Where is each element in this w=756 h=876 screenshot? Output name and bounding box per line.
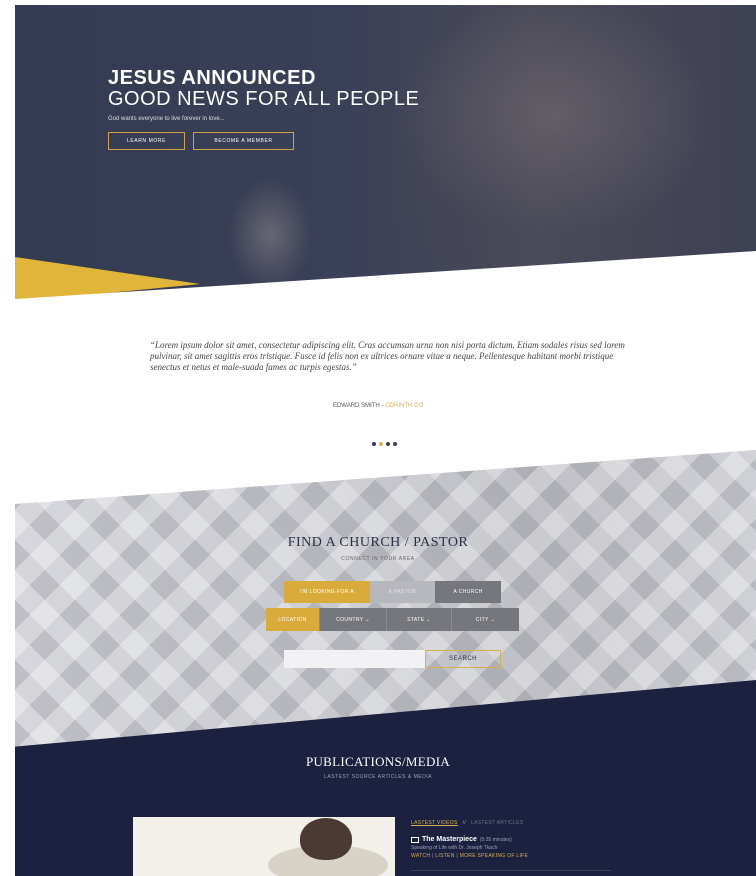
- media-person-head: [300, 818, 352, 860]
- media-item-duration: (5:35 minutes): [479, 836, 512, 843]
- listen-link[interactable]: LISTEN: [435, 853, 454, 859]
- city-label: CITY: [475, 616, 489, 623]
- tab-latest-articles[interactable]: LASTEST ARTICLES: [471, 820, 523, 826]
- media-item-description: Speaking of Life with Dr. Joseph Tkach: [411, 845, 498, 851]
- media-item: The Masterpiece (5:35 minutes) Speaking …: [411, 836, 528, 859]
- publications-title: PUBLICATIONS/MEDIA: [305, 754, 451, 769]
- media-item-title[interactable]: The Masterpiece: [422, 836, 477, 843]
- link-separator: |: [431, 853, 434, 859]
- carousel-dot[interactable]: [386, 442, 390, 446]
- hero-subtitle: God wants everyone to live forever in lo…: [108, 116, 225, 122]
- state-dropdown[interactable]: STATE ⌄: [387, 608, 452, 631]
- hero-buttons: LEARN MORE BECOME A MEMBER: [108, 132, 419, 150]
- chevron-down-icon: ⌄: [365, 616, 370, 623]
- author-role: CORINTH CO: [385, 403, 424, 409]
- hero-section: JESUS ANNOUNCED GOOD NEWS FOR ALL PEOPLE…: [15, 5, 756, 305]
- hero-title-line2: GOOD NEWS FOR ALL PEOPLE: [108, 88, 420, 110]
- author-name: EDWARD SMITH: [332, 403, 380, 409]
- city-dropdown[interactable]: CITY ⌄: [452, 608, 519, 631]
- chevron-down-icon: ⌄: [426, 616, 431, 623]
- carousel-dots: [372, 442, 397, 446]
- option-pastor[interactable]: A PASTOR: [370, 581, 435, 603]
- media-divider: [411, 870, 611, 871]
- location-selector: LOCATION COUNTRY ⌄ STATE ⌄ CITY ⌄: [266, 608, 519, 631]
- search-input[interactable]: [284, 650, 425, 668]
- chevron-down-icon: ⌄: [490, 616, 496, 623]
- option-church[interactable]: A CHURCH: [435, 581, 501, 603]
- tab-separator: //: [462, 820, 467, 826]
- monitor-icon: [411, 836, 419, 843]
- watch-link[interactable]: WATCH: [411, 853, 430, 859]
- become-member-button[interactable]: BECOME A MEMBER: [193, 132, 294, 150]
- carousel-dot[interactable]: [393, 442, 397, 446]
- find-church-title: FIND A CHURCH / PASTOR: [287, 535, 469, 550]
- tab-latest-videos[interactable]: LASTEST VIDEOS: [411, 820, 458, 826]
- publications-subtitle: LASTEST SOURCE ARTICLES & MEDIA: [324, 774, 432, 780]
- find-church-subtitle: CONNECT IN YOUR AREA: [341, 556, 415, 562]
- search-row: SEARCH: [284, 650, 501, 668]
- testimonial-author: EDWARD SMITH - CORINTH CO: [0, 403, 756, 409]
- testimonial-quote: “Lorem ipsum dolor sit amet, consectetur…: [150, 340, 625, 372]
- media-tabs: LASTEST VIDEOS // LASTEST ARTICLES: [411, 820, 523, 826]
- country-dropdown[interactable]: COUNTRY ⌄: [320, 608, 387, 631]
- learn-more-button[interactable]: LEARN MORE: [108, 132, 185, 150]
- hero-title-line1: JESUS ANNOUNCED: [108, 67, 316, 89]
- media-item-heading: The Masterpiece (5:35 minutes): [411, 836, 528, 843]
- looking-for-selector: I'M LOOKING FOR A A PASTOR A CHURCH: [284, 581, 501, 603]
- search-button[interactable]: SEARCH: [425, 650, 501, 668]
- location-label: LOCATION: [266, 608, 320, 631]
- looking-for-label: I'M LOOKING FOR A: [284, 581, 370, 603]
- carousel-dot-active[interactable]: [379, 442, 383, 446]
- link-separator: |: [456, 853, 458, 859]
- hero-content: JESUS ANNOUNCED GOOD NEWS FOR ALL PEOPLE…: [108, 68, 419, 150]
- state-label: STATE: [407, 616, 425, 623]
- more-speaking-link[interactable]: MORE SPEAKING OF LIFE: [460, 853, 529, 859]
- country-label: COUNTRY: [336, 616, 364, 623]
- media-item-links: WATCH | LISTEN | MORE SPEAKING OF LIFE: [411, 853, 528, 859]
- carousel-dot[interactable]: [372, 442, 376, 446]
